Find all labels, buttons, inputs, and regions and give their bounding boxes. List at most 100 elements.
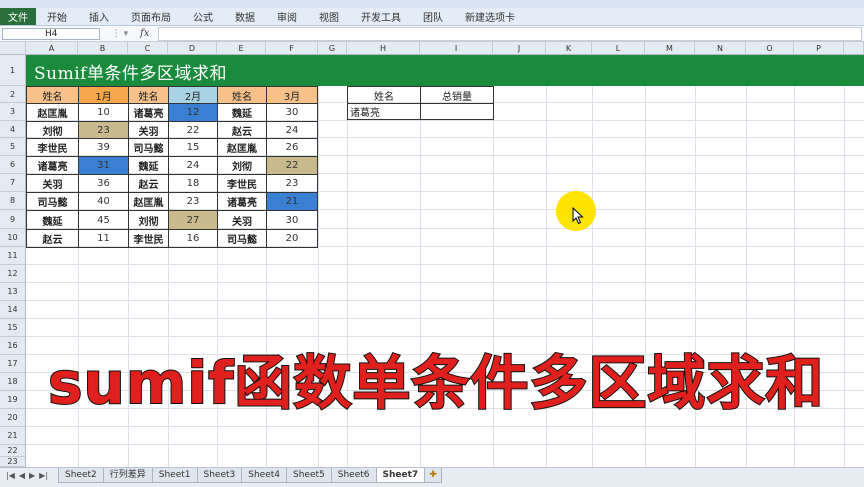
table-header-name[interactable]: 姓名 [128,86,169,104]
sheet-tab-active[interactable]: Sheet7 [375,468,426,483]
column-header[interactable]: P [794,42,844,55]
tab-insert[interactable]: 插入 [78,9,120,24]
table-cell[interactable]: 36 [78,174,129,193]
column-header[interactable]: C [128,42,168,55]
table-cell[interactable]: 赵匡胤 [217,138,267,157]
table-cell-highlighted[interactable]: 31 [78,156,129,175]
column-header[interactable]: N [695,42,746,55]
table-cell[interactable]: 关羽 [26,174,79,193]
table-cell[interactable]: 22 [168,121,218,139]
table-cell[interactable]: 15 [168,138,218,157]
row-header[interactable]: 9 [0,210,26,229]
column-header[interactable]: M [645,42,695,55]
table-cell[interactable]: 24 [168,156,218,175]
last-sheet-icon[interactable]: ▶| [39,471,48,480]
row-header[interactable]: 16 [0,337,26,355]
row-header[interactable]: 19 [0,391,26,409]
column-header[interactable]: L [592,42,645,55]
tab-home[interactable]: 开始 [36,9,78,24]
column-header[interactable]: E [217,42,266,55]
row-header[interactable]: 12 [0,265,26,283]
column-header[interactable]: B [78,42,128,55]
lookup-header-total[interactable]: 总销量 [420,86,494,104]
table-cell-highlighted[interactable]: 23 [78,121,129,139]
lookup-total-cell[interactable] [420,103,494,120]
insert-sheet-icon[interactable]: ✚ [424,468,443,483]
row-header[interactable]: 1 [0,55,26,86]
table-cell[interactable]: 司马懿 [217,229,267,248]
row-header[interactable]: 20 [0,409,26,427]
table-cell[interactable]: 赵云 [26,229,79,248]
table-cell[interactable]: 24 [266,121,318,139]
row-header[interactable]: 2 [0,86,26,103]
column-header[interactable]: H [347,42,420,55]
sheet-tab[interactable]: Sheet6 [330,468,377,483]
row-header[interactable]: 21 [0,427,26,445]
table-cell[interactable]: 39 [78,138,129,157]
lookup-name-cell[interactable]: 诸葛亮 [347,103,421,120]
table-cell[interactable]: 刘彻 [26,121,79,139]
formula-input[interactable] [158,26,862,41]
sheet-tab[interactable]: Sheet5 [286,468,332,483]
row-header[interactable]: 6 [0,156,26,174]
row-header[interactable]: 5 [0,138,26,156]
table-header-month[interactable]: 2月 [168,86,218,104]
column-header[interactable]: F [266,42,318,55]
sheet-tab[interactable]: Sheet4 [241,468,288,483]
sheet-tab[interactable]: Sheet2 [58,468,104,483]
column-header-partial[interactable] [844,42,864,55]
table-cell[interactable]: 赵云 [217,121,267,139]
column-header[interactable]: J [493,42,546,55]
table-cell[interactable]: 刘彻 [128,210,169,230]
table-cell[interactable]: 20 [266,229,318,248]
tab-data[interactable]: 数据 [224,9,266,24]
table-cell[interactable]: 关羽 [128,121,169,139]
tab-formulas[interactable]: 公式 [182,9,224,24]
table-cell[interactable]: 魏延 [26,210,79,230]
row-header[interactable]: 8 [0,192,26,210]
table-cell-highlighted[interactable]: 22 [266,156,318,175]
insert-function-icon[interactable]: fx [140,28,158,39]
table-cell[interactable]: 30 [266,103,318,122]
prev-sheet-icon[interactable]: ◀ [19,471,25,480]
table-cell-highlighted[interactable]: 27 [168,210,218,230]
table-cell[interactable]: 司马懿 [26,192,79,211]
table-cell[interactable]: 赵匡胤 [26,103,79,122]
row-header[interactable]: 3 [0,103,26,121]
row-header[interactable]: 7 [0,174,26,192]
table-cell[interactable]: 魏延 [217,103,267,122]
column-header[interactable]: A [26,42,78,55]
column-header[interactable]: K [546,42,592,55]
tab-review[interactable]: 审阅 [266,9,308,24]
table-cell[interactable]: 李世民 [128,229,169,248]
tab-developer[interactable]: 开发工具 [350,9,412,24]
table-cell[interactable]: 司马懿 [128,138,169,157]
table-header-name[interactable]: 姓名 [26,86,79,104]
row-header[interactable]: 23 [0,457,26,467]
tab-new[interactable]: 新建选项卡 [454,9,526,24]
lookup-header-name[interactable]: 姓名 [347,86,421,104]
column-header[interactable]: D [168,42,217,55]
table-cell[interactable]: 赵匡胤 [128,192,169,211]
tab-view[interactable]: 视图 [308,9,350,24]
table-cell[interactable]: 45 [78,210,129,230]
next-sheet-icon[interactable]: ▶ [29,471,35,480]
table-cell[interactable]: 关羽 [217,210,267,230]
file-tab[interactable]: 文件 [0,8,36,25]
table-cell[interactable]: 李世民 [26,138,79,157]
table-cell[interactable]: 23 [266,174,318,193]
row-header[interactable]: 18 [0,373,26,391]
row-header[interactable]: 17 [0,355,26,373]
select-all-corner[interactable] [0,42,26,55]
tab-team[interactable]: 团队 [412,9,454,24]
sheet-tab[interactable]: Sheet1 [151,468,198,483]
row-header[interactable]: 15 [0,319,26,337]
table-cell[interactable]: 10 [78,103,129,122]
table-cell[interactable]: 刘彻 [217,156,267,175]
table-cell[interactable]: 诸葛亮 [217,192,267,211]
table-cell-highlighted[interactable]: 21 [266,192,318,211]
column-header[interactable]: O [746,42,794,55]
table-cell[interactable]: 18 [168,174,218,193]
row-header[interactable]: 10 [0,229,26,247]
table-header-name[interactable]: 姓名 [217,86,267,104]
